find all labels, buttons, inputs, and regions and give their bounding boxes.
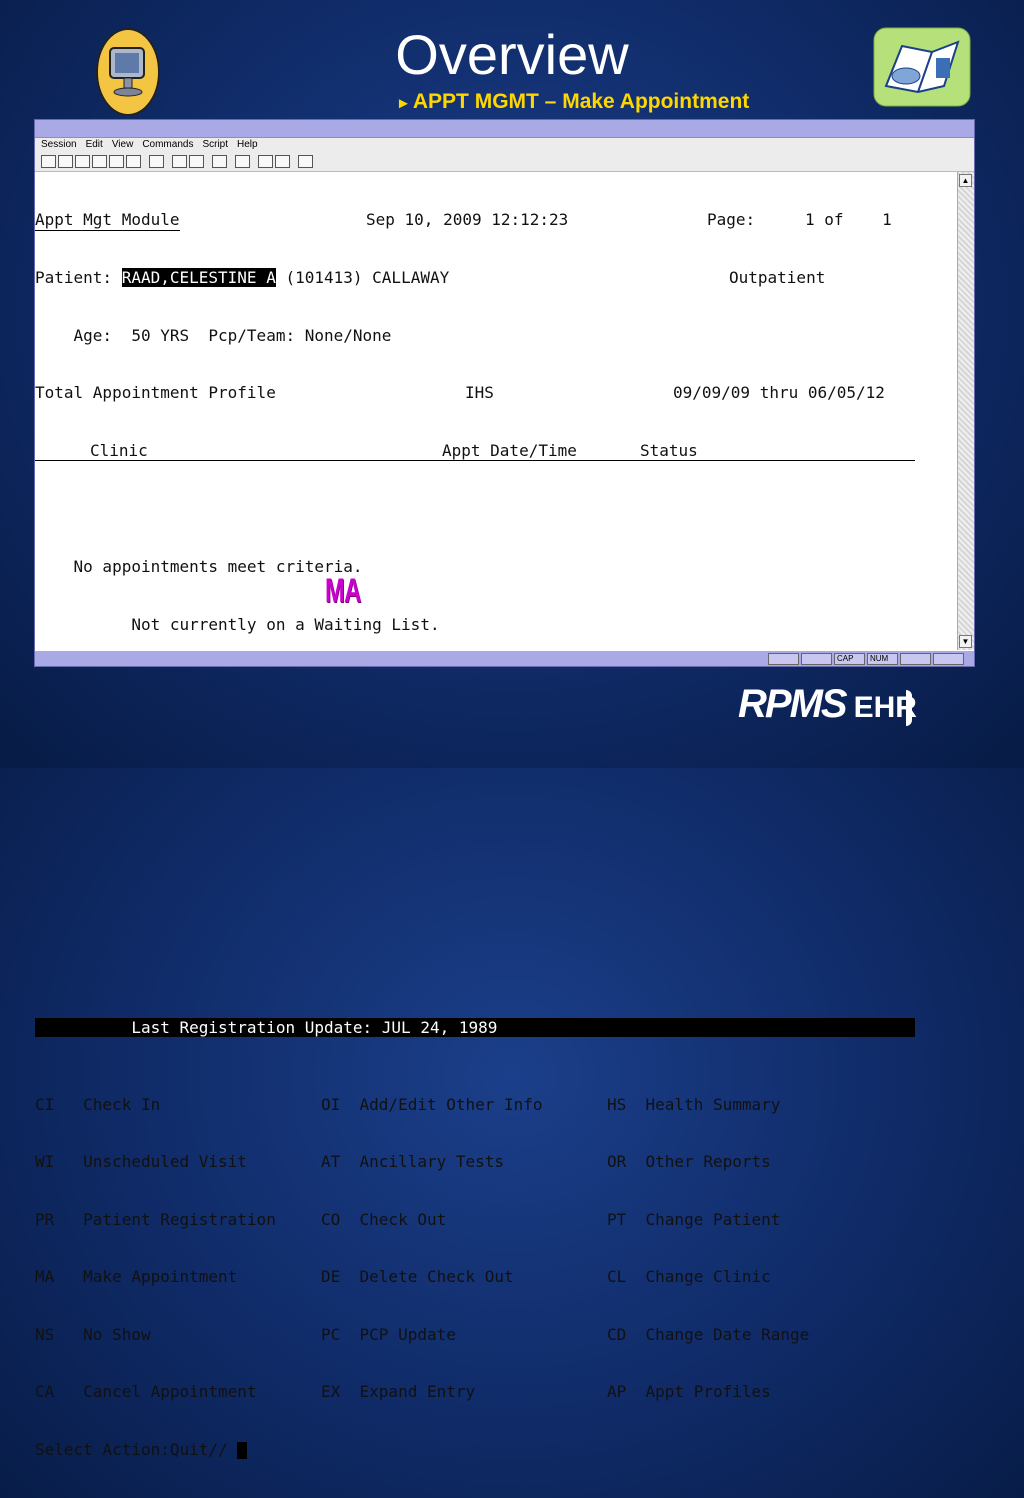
properties-icon[interactable] [92, 154, 107, 168]
action-ap[interactable]: AP Appt Profiles [607, 1382, 771, 1401]
action-cd[interactable]: CD Change Date Range [607, 1325, 809, 1344]
module-title: Appt Mgt Module [35, 210, 180, 231]
action-de[interactable]: DE Delete Check Out [321, 1267, 514, 1286]
rpms-logo-text: RPMS [738, 682, 848, 726]
action-ca[interactable]: CA Cancel Appointment [35, 1382, 257, 1401]
menu-script[interactable]: Script [202, 139, 228, 150]
subtitle-text: APPT MGMT – Make Appointment [412, 90, 750, 113]
status-box-5 [900, 652, 931, 665]
action-ci[interactable]: CI Check In [35, 1095, 160, 1114]
keyboard-icon[interactable] [235, 154, 250, 168]
copy-icon[interactable] [172, 154, 187, 168]
action-ma[interactable]: MA Make Appointment [35, 1267, 237, 1286]
new-file-icon[interactable] [41, 154, 56, 168]
patient-name: RAAD,CELESTINE A [121, 268, 276, 287]
action-ex[interactable]: EX Expand Entry [321, 1382, 475, 1401]
select-action-prompt: Select Action:Quit// [35, 1440, 238, 1460]
text-cursor [237, 1442, 248, 1460]
num-indicator: NUM [867, 652, 898, 665]
age-line: Age: 50 YRS Pcp/Team: None/None [35, 325, 392, 345]
menu-commands[interactable]: Commands [142, 139, 193, 150]
col-clinic: Clinic [90, 440, 148, 460]
logo-bracket [906, 690, 912, 726]
menu-edit[interactable]: Edit [86, 139, 103, 150]
action-pc[interactable]: PC PCP Update [321, 1325, 456, 1344]
action-cl[interactable]: CL Change Clinic [607, 1267, 771, 1286]
status-bar: CAP NUM [35, 651, 974, 666]
col-status: Status [640, 440, 698, 460]
profile-line: Total Appointment Profile IHS 09/09/09 thr… [35, 383, 956, 402]
action-or[interactable]: OR Other Reports [607, 1152, 771, 1171]
col-appt: Appt Date/Time [442, 440, 577, 460]
no-appointments-msg: No appointments meet criteria. [35, 556, 363, 576]
profile-ihs: IHS [465, 383, 494, 403]
menu-bar: Session Edit View Commands Script Help [35, 138, 974, 151]
receive-icon[interactable] [275, 154, 290, 168]
prompt-line[interactable]: Select Action:Quit// [35, 1440, 956, 1460]
action-at[interactable]: AT Ancillary Tests [321, 1152, 504, 1171]
header-date: Sep 10, 2009 12:12:23 [366, 210, 569, 230]
profile-range: 09/09/09 thru 06/05/12 [673, 383, 885, 403]
patient-type: Outpatient [729, 268, 826, 287]
action-row: WI Unscheduled Visit AT Ancillary Tests OR… [35, 1152, 956, 1171]
action-co[interactable]: CO Check Out [321, 1210, 446, 1229]
connect-icon[interactable] [109, 154, 124, 168]
terminal-screen[interactable]: Appt Mgt Module Sep 10, 2009 12:12:23 Page… [35, 172, 956, 1460]
ma-stamp: MA [325, 572, 361, 610]
action-hs[interactable]: HS Health Summary [607, 1095, 780, 1114]
header-line: Appt Mgt Module Sep 10, 2009 12:12:23 Page… [35, 210, 956, 231]
menu-help[interactable]: Help [237, 139, 258, 150]
computer-monitor-icon [96, 28, 160, 116]
terminal-window: Session Edit View Commands Script Help A… [34, 119, 975, 1460]
action-pt[interactable]: PT Change Patient [607, 1210, 780, 1229]
action-pr[interactable]: PR Patient Registration [35, 1210, 276, 1229]
action-ns[interactable]: NS No Show [35, 1325, 151, 1344]
eraser-icon[interactable] [298, 154, 313, 168]
open-book-icon [873, 27, 971, 107]
send-icon[interactable] [258, 154, 273, 168]
status-box-2 [801, 652, 832, 665]
column-header: Clinic Appt Date/Time Status [35, 441, 915, 461]
patient-id: (101413) CALLAWAY [285, 268, 450, 287]
action-row: NS No Show PC PCP Update CD Change Date Ra… [35, 1325, 956, 1344]
action-wi[interactable]: WI Unscheduled Visit [35, 1152, 247, 1171]
disconnect-icon[interactable] [126, 154, 141, 168]
action-row: PR Patient Registration CO Check Out PT Ch… [35, 1210, 956, 1229]
status-box-6 [933, 652, 964, 665]
window-icon[interactable] [212, 154, 227, 168]
menu-view[interactable]: View [112, 139, 134, 150]
action-row: CI Check In OI Add/Edit Other Info HS Heal… [35, 1095, 956, 1114]
caps-indicator: CAP [834, 652, 865, 665]
last-registration-bar: Last Registration Update: JUL 24, 1989 [35, 1017, 956, 1037]
print-icon[interactable] [149, 154, 164, 168]
status-box-1 [768, 652, 799, 665]
arrow-icon: ► [396, 95, 411, 112]
waiting-list-msg: Not currently on a Waiting List. [35, 614, 440, 634]
save-icon[interactable] [75, 154, 90, 168]
slide-subtitle: ►APPT MGMT – Make Appointment [396, 90, 749, 114]
page-number: 1 of 1 [805, 210, 892, 230]
vertical-scrollbar[interactable]: ▲ ▼ [957, 172, 974, 650]
paste-icon[interactable] [189, 154, 204, 168]
action-row: CA Cancel Appointment EX Expand Entry AP A… [35, 1382, 956, 1401]
rpms-ehr-logo: RPMS EHR [738, 682, 917, 727]
page-label: Page: [707, 210, 756, 230]
menu-session[interactable]: Session [41, 139, 77, 150]
action-oi[interactable]: OI Add/Edit Other Info [321, 1095, 543, 1114]
scroll-down-icon[interactable]: ▼ [959, 635, 972, 648]
profile-title: Total Appointment Profile [35, 383, 276, 403]
action-row: MA Make Appointment DE Delete Check Out CL… [35, 1267, 956, 1286]
patient-label: Patient: [35, 268, 113, 287]
window-titlebar [35, 120, 974, 138]
patient-line: Patient: RAAD,CELESTINE A (101413) CALLA… [35, 268, 956, 287]
toolbar [35, 151, 974, 172]
scroll-up-icon[interactable]: ▲ [959, 174, 972, 187]
open-folder-icon[interactable] [58, 154, 73, 168]
